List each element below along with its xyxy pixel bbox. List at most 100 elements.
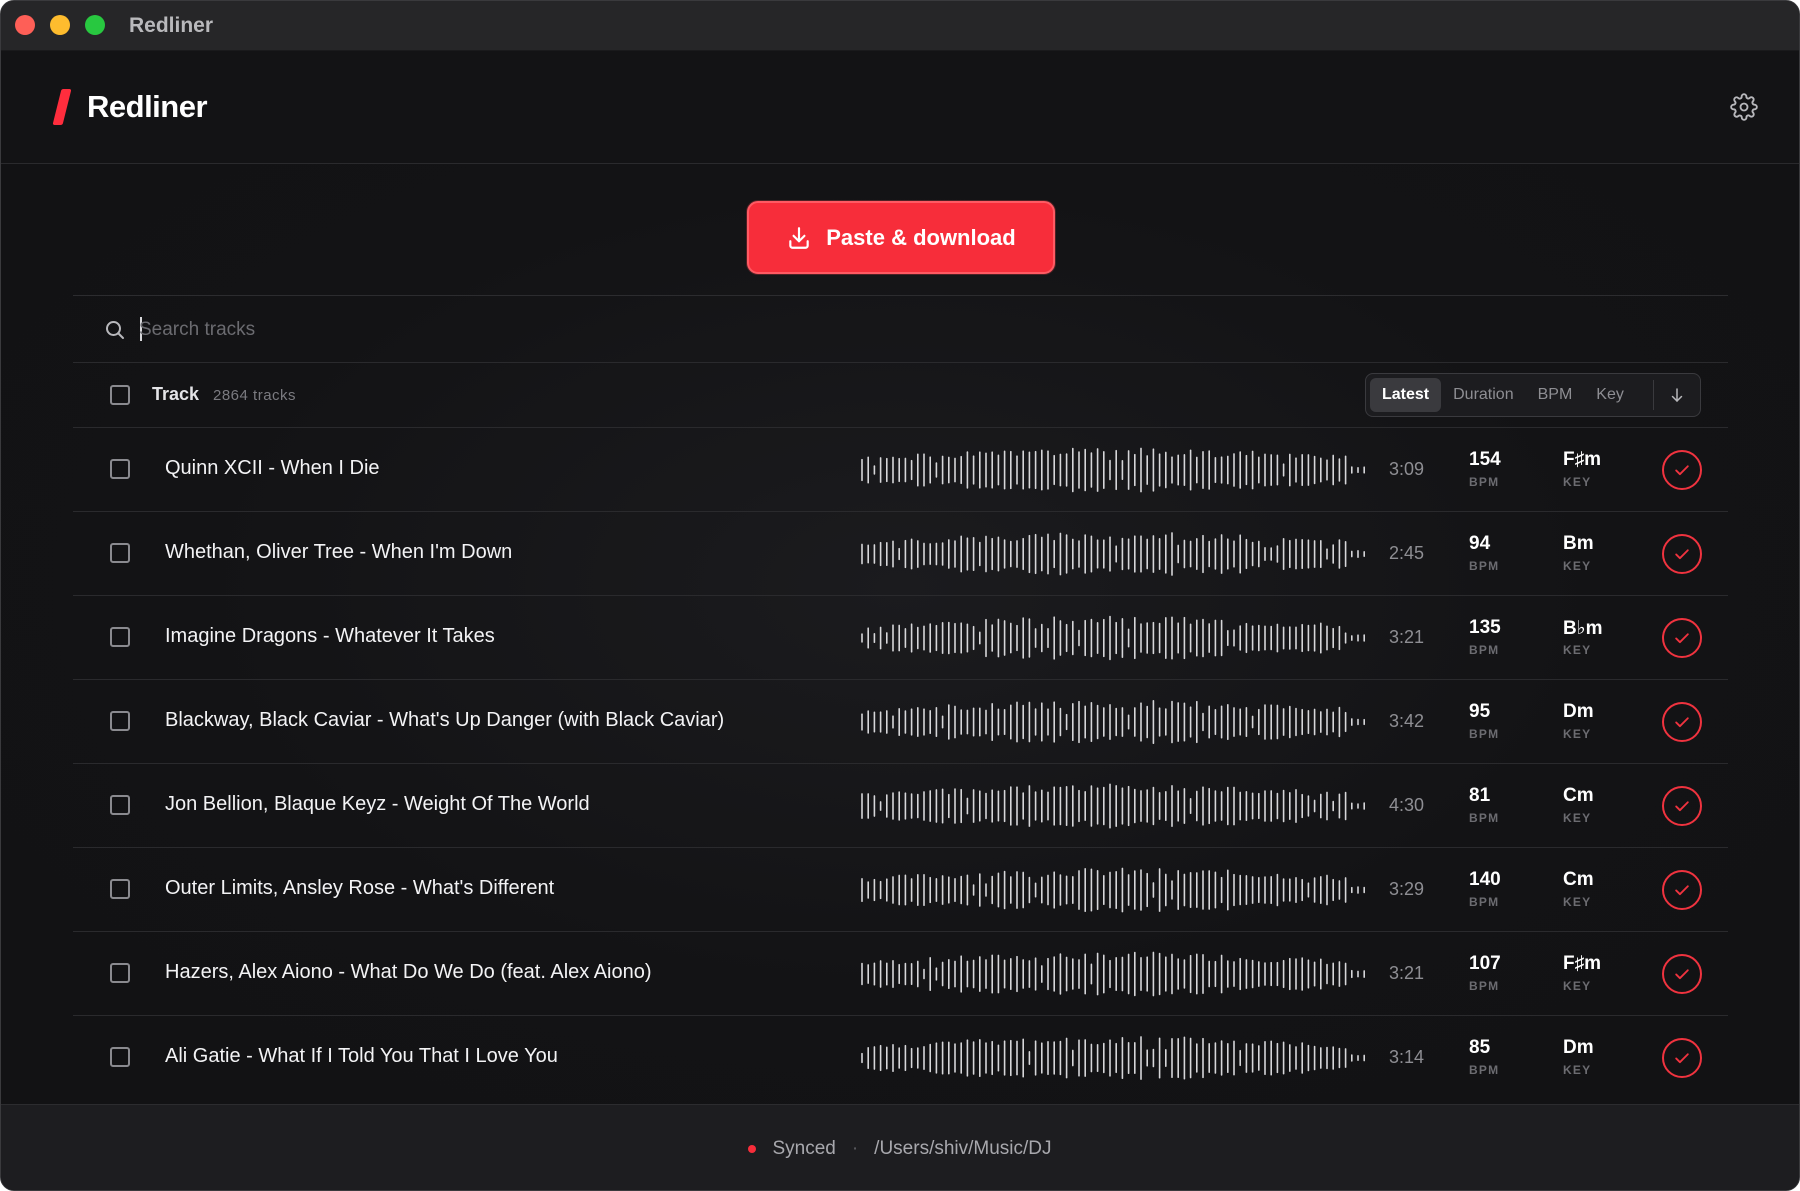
waveform[interactable] (860, 783, 1370, 829)
track-bpm: 94 (1469, 533, 1491, 554)
row-checkbox[interactable] (110, 879, 130, 899)
check-icon (1675, 633, 1689, 644)
downloaded-badge (1662, 450, 1702, 490)
bpm-unit-label: BPM (1469, 559, 1500, 573)
search-icon (106, 321, 124, 339)
track-duration: 4:30 (1389, 795, 1425, 815)
library-path: /Users/shiv/Music/DJ (874, 1138, 1052, 1159)
table-row[interactable]: Jon Bellion, Blaque Keyz - Weight Of The… (73, 764, 1728, 848)
minimize-window-button[interactable] (50, 15, 70, 35)
track-title: Ali Gatie - What If I Told You That I Lo… (165, 1045, 558, 1067)
close-window-button[interactable] (15, 15, 35, 35)
sort-control: Latest Duration BPM Key (1365, 373, 1701, 417)
waveform[interactable] (860, 531, 1370, 577)
track-duration: 3:09 (1389, 459, 1425, 479)
track-title: Hazers, Alex Aiono - What Do We Do (feat… (165, 961, 652, 983)
check-icon (1675, 717, 1689, 728)
table-row[interactable]: Ali Gatie - What If I Told You That I Lo… (73, 1016, 1728, 1100)
track-title: Jon Bellion, Blaque Keyz - Weight Of The… (165, 793, 590, 815)
track-duration: 3:21 (1389, 627, 1425, 647)
table-row[interactable]: Imagine Dragons - Whatever It Takes 3:21… (73, 596, 1728, 680)
track-key: F♯m (1563, 953, 1601, 974)
track-list: Quinn XCII - When I Die 3:09 154 BPM F♯m… (73, 428, 1728, 1100)
track-title: Outer Limits, Ansley Rose - What's Diffe… (165, 877, 555, 899)
track-key: Cm (1563, 785, 1594, 806)
sort-key[interactable]: Key (1584, 378, 1636, 412)
downloaded-badge (1662, 618, 1702, 658)
select-all-checkbox[interactable] (110, 385, 130, 405)
waveform[interactable] (860, 951, 1370, 997)
row-checkbox[interactable] (110, 795, 130, 815)
window-title: Redliner (129, 14, 214, 37)
track-key: F♯m (1563, 449, 1601, 470)
table-row[interactable]: Whethan, Oliver Tree - When I'm Down 2:4… (73, 512, 1728, 596)
bpm-unit-label: BPM (1469, 979, 1500, 993)
track-panel: Track 2864 tracks Latest Duration BPM Ke… (73, 295, 1728, 1104)
track-title: Whethan, Oliver Tree - When I'm Down (165, 541, 513, 563)
sort-divider (1653, 380, 1654, 410)
bpm-unit-label: BPM (1469, 895, 1500, 909)
track-count: 2864 tracks (213, 387, 297, 404)
row-checkbox[interactable] (110, 1047, 130, 1067)
track-bpm: 81 (1469, 785, 1491, 806)
sort-duration[interactable]: Duration (1441, 378, 1525, 412)
sort-bpm[interactable]: BPM (1526, 378, 1585, 412)
downloaded-badge (1662, 1038, 1702, 1078)
key-unit-label: KEY (1563, 1063, 1592, 1077)
row-checkbox[interactable] (110, 711, 130, 731)
track-bpm: 154 (1469, 449, 1501, 470)
key-unit-label: KEY (1563, 643, 1592, 657)
track-key: Cm (1563, 869, 1594, 890)
sync-status-dot (748, 1145, 757, 1153)
track-title: Quinn XCII - When I Die (165, 457, 380, 479)
key-unit-label: KEY (1563, 559, 1592, 573)
download-icon (789, 226, 809, 249)
search-input[interactable] (139, 312, 1039, 348)
track-bpm: 107 (1469, 953, 1501, 974)
sort-direction-button[interactable] (1658, 378, 1696, 412)
bpm-unit-label: BPM (1469, 643, 1500, 657)
waveform[interactable] (860, 867, 1370, 913)
row-checkbox[interactable] (110, 627, 130, 647)
table-row[interactable]: Hazers, Alex Aiono - What Do We Do (feat… (73, 932, 1728, 1016)
track-title: Blackway, Black Caviar - What's Up Dange… (165, 709, 725, 731)
track-column-header: Track (152, 384, 200, 404)
table-row[interactable]: Outer Limits, Ansley Rose - What's Diffe… (73, 848, 1728, 932)
sort-latest[interactable]: Latest (1370, 378, 1442, 412)
row-checkbox[interactable] (110, 543, 130, 563)
search-bar (73, 296, 1728, 363)
app-header: Redliner (1, 51, 1799, 164)
app-window: Redliner Redliner Paste & download Searc… (0, 0, 1800, 1191)
track-bpm: 140 (1469, 869, 1501, 890)
table-row[interactable]: Blackway, Black Caviar - What's Up Dange… (73, 680, 1728, 764)
check-icon (1675, 549, 1689, 560)
main-content: Paste & download Track 2864 tracks Late (1, 164, 1799, 1104)
waveform[interactable] (860, 699, 1370, 745)
downloaded-badge (1662, 870, 1702, 910)
bpm-unit-label: BPM (1469, 727, 1500, 741)
track-duration: 3:14 (1389, 1047, 1425, 1067)
check-icon (1675, 801, 1689, 812)
downloaded-badge (1662, 534, 1702, 574)
track-key: Dm (1563, 1037, 1594, 1058)
status-separator: · (851, 1138, 859, 1159)
paste-download-button[interactable]: Paste & download (747, 201, 1055, 274)
track-bpm: 85 (1469, 1037, 1491, 1058)
track-duration: 3:29 (1389, 879, 1425, 899)
row-checkbox[interactable] (110, 459, 130, 479)
table-header: Track 2864 tracks Latest Duration BPM Ke… (73, 363, 1728, 428)
bpm-unit-label: BPM (1469, 811, 1500, 825)
downloaded-badge (1662, 954, 1702, 994)
waveform[interactable] (860, 1035, 1370, 1081)
bpm-unit-label: BPM (1469, 1063, 1500, 1077)
zoom-window-button[interactable] (85, 15, 105, 35)
settings-button[interactable] (1727, 90, 1761, 124)
check-icon (1675, 969, 1689, 980)
key-unit-label: KEY (1563, 475, 1592, 489)
waveform[interactable] (860, 447, 1370, 493)
track-key: Bm (1563, 533, 1594, 554)
table-row[interactable]: Quinn XCII - When I Die 3:09 154 BPM F♯m… (73, 428, 1728, 512)
key-unit-label: KEY (1563, 895, 1592, 909)
row-checkbox[interactable] (110, 963, 130, 983)
waveform[interactable] (860, 615, 1370, 661)
